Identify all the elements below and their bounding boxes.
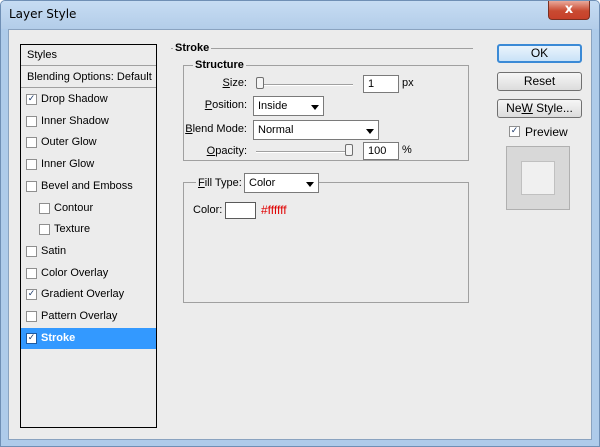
style-item-checkbox[interactable]: ✓ [26,332,37,344]
size-slider-track[interactable] [256,84,353,86]
style-item-checkbox[interactable] [39,202,50,214]
style-item-label: Gradient Overlay [41,288,125,301]
chevron-down-icon [366,129,374,134]
reset-button[interactable]: Reset [497,72,582,91]
style-item-contour[interactable]: Contour [21,198,156,219]
chevron-down-icon [306,182,314,187]
preview-label: Preview [525,125,568,139]
style-item-label: Satin [41,244,67,257]
style-item-label: Contour [54,201,94,214]
style-item-label: Drop Shadow [41,93,108,105]
size-input[interactable]: 1 [363,75,399,93]
style-item-label: Color Overlay [41,266,109,279]
color-swatch[interactable] [225,202,256,219]
dialog-client-area: Styles Blending Options: Default ✓ Drop S… [8,29,592,440]
style-item-checkbox[interactable] [26,180,37,192]
style-item-outer-glow[interactable]: Outer Glow [21,132,156,153]
style-item-checkbox[interactable] [26,245,37,257]
style-item-checkbox[interactable] [39,224,50,236]
stroke-group-line [171,48,473,49]
styles-list: Styles Blending Options: Default ✓ Drop S… [20,44,157,428]
style-item-satin[interactable]: Satin [21,241,156,262]
color-label: Color: [193,204,223,216]
preview-checkbox[interactable]: ✓ [509,126,520,137]
opacity-unit: % [402,144,412,156]
style-item-checkbox[interactable] [26,115,37,127]
style-item-label: Inner Shadow [41,114,109,127]
style-preview-thumbnail [506,146,570,210]
style-item-drop-shadow[interactable]: ✓ Drop Shadow [21,89,156,110]
size-slider-thumb[interactable] [256,77,264,89]
close-icon: x [564,2,574,17]
style-item-checkbox[interactable] [26,267,37,279]
style-item-inner-glow[interactable]: Inner Glow [21,154,156,175]
opacity-input[interactable]: 100 [363,142,399,160]
new-style-button[interactable]: NeW Style... [497,99,582,118]
style-item-label: Texture [54,223,91,236]
styles-header[interactable]: Styles [21,45,156,66]
position-dropdown[interactable]: Inside [253,96,324,116]
fill-type-label: Fill Type: [196,177,244,189]
style-item-label: Inner Glow [41,158,95,171]
style-item-inner-shadow[interactable]: Inner Shadow [21,111,156,132]
style-item-bevel-and-emboss[interactable]: Bevel and Emboss [21,176,156,197]
style-item-gradient-overlay[interactable]: ✓ Gradient Overlay [21,284,156,305]
style-item-checkbox[interactable]: ✓ [26,289,37,301]
style-item-color-overlay[interactable]: Color Overlay [21,263,156,284]
size-label: Size: [222,77,247,89]
layer-style-window: Layer Style x Styles Blending Options: D… [0,0,600,447]
chevron-down-icon [311,105,319,110]
opacity-slider-thumb[interactable] [345,144,353,156]
stroke-group-title: Stroke [173,42,212,54]
style-item-label: Pattern Overlay [41,310,118,322]
style-item-checkbox[interactable] [26,159,37,171]
style-item-checkbox[interactable] [26,311,37,322]
style-item-texture[interactable]: Texture [21,219,156,240]
close-button[interactable]: x [548,1,590,20]
blending-options-row[interactable]: Blending Options: Default [21,67,156,88]
style-item-label: Stroke [41,331,76,344]
style-item-label: Outer Glow [41,136,97,149]
fill-type-frame [183,182,469,303]
size-unit: px [402,77,414,89]
structure-title: Structure [193,59,246,71]
title-bar[interactable]: Layer Style x [1,1,599,29]
style-item-label: Bevel and Emboss [41,179,133,192]
style-item-pattern-overlay[interactable]: Pattern Overlay [21,306,156,327]
preview-square [521,161,555,195]
style-item-checkbox[interactable]: ✓ [26,94,37,105]
blend-mode-label: Blend Mode: [185,123,247,135]
style-item-checkbox[interactable] [26,137,37,149]
opacity-slider-track[interactable] [256,151,353,153]
style-item-stroke[interactable]: ✓ Stroke [21,327,156,349]
opacity-label: Opacity: [206,145,247,157]
fill-type-dropdown[interactable]: Color [244,173,319,193]
window-title: Layer Style [9,7,77,21]
blend-mode-dropdown[interactable]: Normal [253,120,379,140]
ok-button[interactable]: OK [497,44,582,63]
color-hex-text: #ffffff [261,203,287,217]
position-label: Position: [204,99,247,111]
